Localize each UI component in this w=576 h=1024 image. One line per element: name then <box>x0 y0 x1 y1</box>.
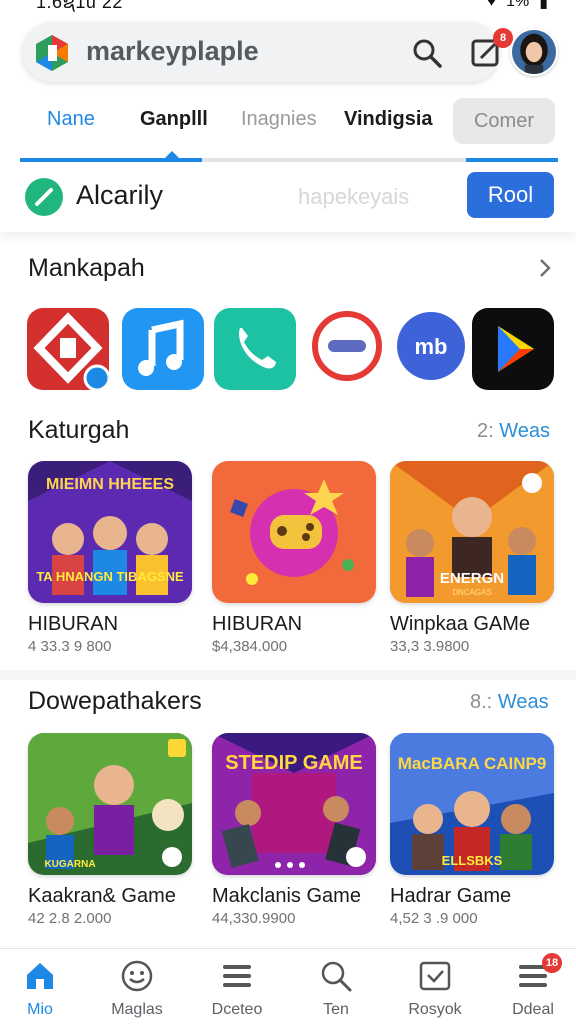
nav-label: Mio <box>27 1001 53 1018</box>
user-avatar[interactable] <box>510 28 558 76</box>
section-title-katurgah: Katurgah <box>28 416 130 444</box>
stack-icon: 18 <box>516 953 562 993</box>
status-time: 1:6ຊ1u 22 <box>36 0 123 12</box>
nav-item-dceteo[interactable]: Dceteo <box>189 959 285 1019</box>
section-divider <box>0 670 576 680</box>
messenger-icon[interactable]: mb <box>390 308 472 390</box>
game-thumbnail: MacBARA CAINP9 ELLSBKS <box>390 733 554 875</box>
menu-lines-icon <box>220 959 254 993</box>
view-more-link[interactable]: Weas <box>498 691 549 713</box>
pencil-icon[interactable] <box>25 178 63 216</box>
tab-comer[interactable]: Comer <box>453 98 555 144</box>
game-downloads: 33,3 3.9800 <box>390 638 470 655</box>
art-subtitle: TA HNANGN TIBAGSNE <box>36 569 184 584</box>
nav-item-ten[interactable]: Ten <box>288 959 384 1019</box>
game-thumbnail: KUGARNA <box>28 733 192 875</box>
section-title-dowepathakers: Dowepathakers <box>28 687 202 715</box>
chat-bubble-icon[interactable] <box>306 308 388 390</box>
game-name: HIBURAN <box>28 613 119 635</box>
game-card[interactable]: MIEIMN HHEEES TA HNANGN TIBAGSNE HIBURAN… <box>28 461 192 655</box>
art-subtitle: ELLSBKS <box>442 853 503 868</box>
nav-item-mio[interactable]: Mio <box>0 959 88 1019</box>
game-name: HIBURAN <box>212 613 303 635</box>
game-card[interactable]: ENERGN DNCAGAS Winpkaa GAMe 33,3 3.9800 <box>390 461 554 655</box>
brand-logo-icon <box>32 33 72 73</box>
game-downloads: 42 2.8 2.000 <box>28 910 112 927</box>
game-thumbnail: MIEIMN HHEEES TA HNANGN TIBAGSNE <box>28 461 192 603</box>
nav-item-rosyok[interactable]: Rosyok <box>387 959 483 1019</box>
check-box-icon <box>418 959 452 993</box>
game-name: Kaakran& Game <box>28 885 176 907</box>
app-name: markeyplaple <box>86 36 259 66</box>
app-red-logo-icon[interactable] <box>27 308 109 390</box>
tab-vindigsia[interactable]: Vindigsia <box>344 108 433 131</box>
tab-underline <box>20 158 558 162</box>
nav-item-maglas[interactable]: Maglas <box>89 959 185 1019</box>
section-more[interactable]: 2: Weas <box>477 420 550 443</box>
rool-button[interactable]: Rool <box>467 172 554 218</box>
game-downloads: 44,330.9900 <box>212 910 296 927</box>
game-card[interactable]: HIBURAN $4,384.000 <box>212 461 376 655</box>
notification-icon[interactable]: 8 <box>469 28 513 70</box>
art-title: ENERGN <box>440 570 504 587</box>
game-downloads: 4,52 3 .9 000 <box>390 910 478 927</box>
filter-label: Alcarily <box>76 180 164 210</box>
filter-row: Alcarily hapekeyais Rool <box>0 166 576 232</box>
game-card[interactable]: KUGARNA Kaakran& Game 42 2.8 2.000 <box>28 733 192 927</box>
game-thumbnail: ENERGN DNCAGAS <box>390 461 554 603</box>
smiley-icon <box>120 959 154 993</box>
game-downloads: $4,384.000 <box>212 638 288 655</box>
battery-percent: 1% <box>506 0 530 10</box>
nav-item-ddeal[interactable]: 18 Ddeal <box>485 953 576 1019</box>
tab-inagnies[interactable]: Inagnies <box>241 108 317 131</box>
search-icon <box>319 959 353 993</box>
game-downloads: 4 33.3 9 800 <box>28 638 112 655</box>
nav-label: Maglas <box>111 1001 163 1018</box>
nav-label: Dceteo <box>211 1001 263 1018</box>
art-subtitle: KUGARNA <box>44 859 95 870</box>
art-title: MacBARA CAINP9 <box>398 754 547 773</box>
status-icons: ♥ 1% ▮ <box>487 0 548 12</box>
bottom-nav: Mio Maglas Dceteo Ten Rosyok 18 Ddeal <box>0 948 576 1024</box>
svg-text:mb: mb <box>415 334 448 359</box>
phone-icon[interactable] <box>214 308 296 390</box>
featured-title: Mankapah <box>28 254 145 282</box>
chevron-right-icon[interactable] <box>536 256 554 280</box>
nav-label: Ddeal <box>512 1001 554 1018</box>
category-tabs: Nane Ganplll Inagnies Vindigsia Comer <box>20 96 560 144</box>
game-name: Winpkaa GAMe <box>390 613 531 635</box>
nav-badge: 18 <box>542 953 562 973</box>
status-bar: 1:6ຊ1u 22 ♥ 1% ▮ <box>0 0 576 16</box>
game-name: Hadrar Game <box>390 885 512 907</box>
tab-nane[interactable]: Nane <box>47 108 95 131</box>
home-icon <box>23 959 57 993</box>
game-thumbnail <box>212 461 376 603</box>
filter-placeholder: hapekeyais <box>298 184 410 209</box>
wifi-icon: ♥ <box>486 0 497 10</box>
nav-label: Rosyok <box>408 1001 462 1018</box>
view-more-link[interactable]: Weas <box>499 420 550 442</box>
section-count: 2: <box>477 420 494 442</box>
game-thumbnail: STEDIP GAME <box>212 733 376 875</box>
nav-label: Ten <box>323 1001 349 1018</box>
art-title: MIEIMN HHEEES <box>46 476 174 493</box>
music-icon[interactable] <box>122 308 204 390</box>
search-bar[interactable]: markeyplaple 8 <box>22 22 513 82</box>
tab-ganplll[interactable]: Ganplll <box>140 108 208 131</box>
section-more[interactable]: 8.: Weas <box>470 691 549 714</box>
art-subtitle: DNCAGAS <box>452 588 492 597</box>
play-store-icon[interactable] <box>472 308 554 390</box>
game-card[interactable]: MacBARA CAINP9 ELLSBKS Hadrar Game 4,52 … <box>390 733 554 927</box>
battery-icon: ▮ <box>539 0 548 11</box>
game-name: Makclanis Game <box>212 885 361 907</box>
section-count: 8.: <box>470 691 493 713</box>
game-card[interactable]: STEDIP GAME Makclanis Game 44,330.9900 <box>212 733 376 927</box>
art-title: STEDIP GAME <box>225 752 362 774</box>
search-icon[interactable] <box>410 36 444 70</box>
